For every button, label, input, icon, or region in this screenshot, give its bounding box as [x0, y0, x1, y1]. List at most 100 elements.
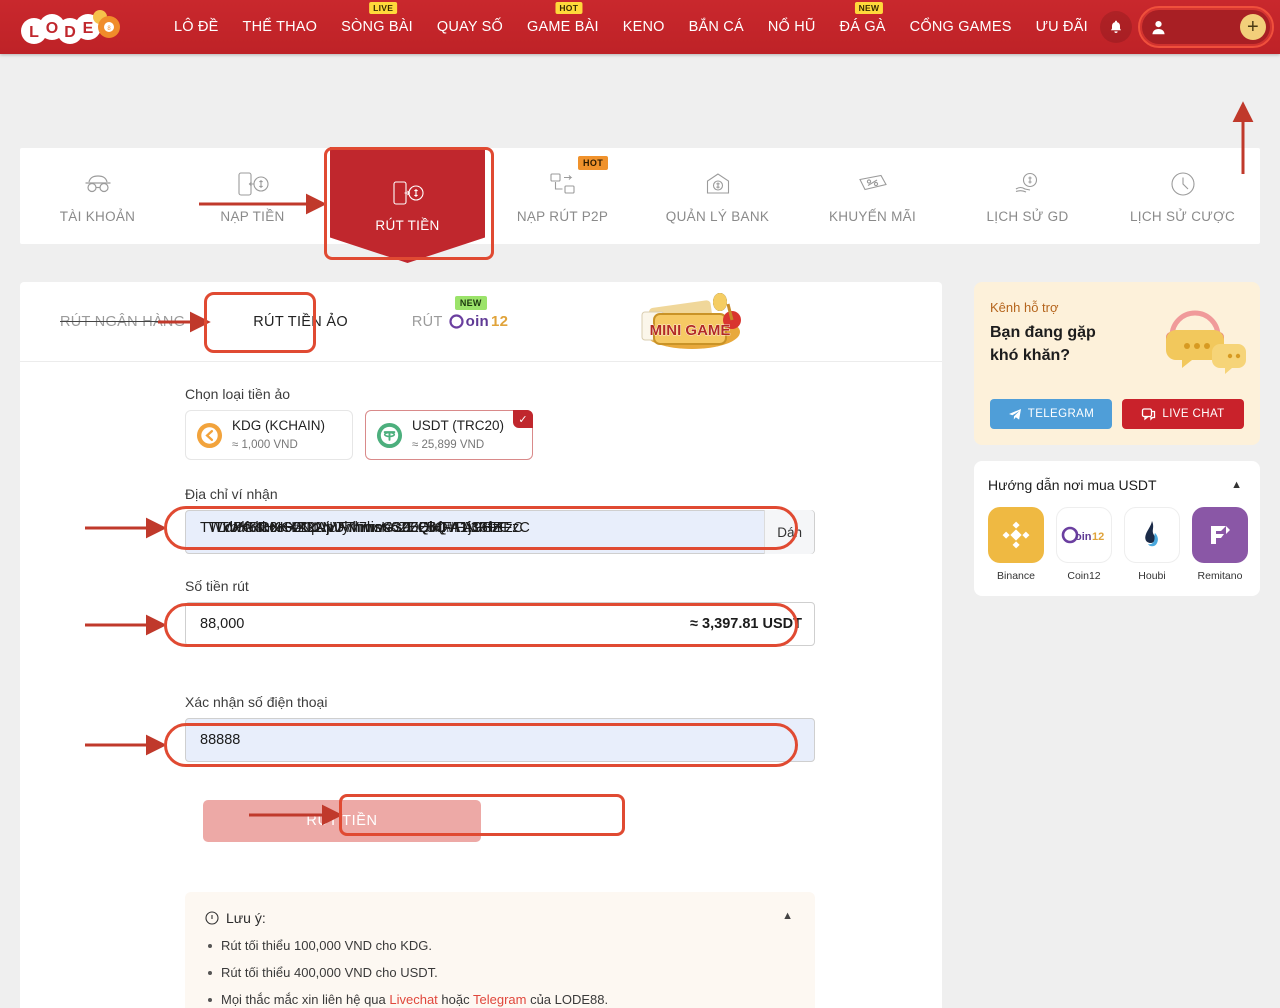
subtab-rut-ngan-hang[interactable]: RÚT NGÂN HÀNG — [42, 314, 203, 330]
account-tabbar: TÀI KHOẢN NẠP TIỀN — [20, 148, 1260, 244]
addr-layer-3: TW#dR6sH#G2NVyV7hm#s0025Q#FA13FFzC — [220, 520, 523, 536]
nav-item-7[interactable]: NỔ HŨ — [756, 0, 828, 54]
guide-collapse-caret-icon[interactable]: ▲ — [1231, 479, 1242, 491]
nav-item-10[interactable]: ƯU ĐÃI — [1024, 0, 1100, 54]
site-header: L O D E 8 LÔ ĐỀ THỂ THAO LIVE SÒNG BÀI Q… — [0, 0, 1280, 54]
tab-nap-tien[interactable]: NẠP TIỀN — [175, 148, 330, 244]
svg-text:D: D — [64, 24, 76, 41]
nav-label-0: LÔ ĐỀ — [174, 19, 219, 35]
support-card: Kênh hỗ trợ Bạn đang gặp khó khăn? TELEG — [974, 282, 1260, 445]
note-item-0: Rút tối thiểu 100,000 VND cho KDG. — [205, 938, 795, 954]
p2p-icon — [548, 169, 578, 199]
nav-label-9: CỔNG GAMES — [910, 19, 1012, 35]
tab-label-khuyen-mai: KHUYẾN MÃI — [829, 209, 916, 224]
add-funds-button[interactable]: + — [1240, 14, 1266, 40]
tab-label-quan-ly-bank: QUẢN LÝ BANK — [666, 209, 769, 224]
voucher-icon — [857, 169, 889, 199]
support-telegram-button[interactable]: TELEGRAM — [990, 399, 1112, 429]
coin-usdt-text: USDT (TRC20) ≈ 25,899 VND — [412, 417, 504, 453]
livechat-link[interactable]: Livechat — [389, 992, 437, 1007]
withdraw-method-tabs: RÚT NGÂN HÀNG RÚT TIỀN ẢO NEW RÚT oin12 — [20, 282, 942, 362]
coin-kdg-rate: ≈ 1,000 VND — [232, 439, 298, 451]
nav-label-5: KENO — [623, 19, 665, 35]
subtab-coin12-prefix: RÚT — [412, 314, 443, 330]
amount-label: Số tiền rút — [185, 578, 942, 594]
coin12-text-12: 12 — [491, 313, 508, 330]
remitano-icon — [1192, 507, 1248, 563]
nav-item-9[interactable]: CỔNG GAMES — [898, 0, 1024, 54]
nav-badge-live: LIVE — [369, 2, 397, 14]
exchange-remitano[interactable]: Remitano — [1192, 507, 1248, 582]
note-item-2-mid: hoặc — [438, 992, 473, 1007]
user-balance-button[interactable]: + — [1142, 10, 1270, 44]
usdt-guide-card: Hướng dẫn nơi mua USDT ▲ — [974, 461, 1260, 596]
tab-lich-su-cuoc[interactable]: LỊCH SỬ CƯỢC — [1105, 148, 1260, 244]
withdraw-submit-button[interactable]: RÚT TIỀN — [203, 800, 481, 842]
address-label: Địa chỉ ví nhận — [185, 486, 942, 502]
support-livechat-label: LIVE CHAT — [1162, 408, 1224, 420]
tab-khuyen-mai[interactable]: KHUYẾN MÃI — [795, 148, 950, 244]
exchange-coin12[interactable]: oin 12 Coin12 — [1056, 507, 1112, 582]
wallet-address-input[interactable]: TWxbH6sHxG2NpvV7hmwsG3Z5QhfFA1i3FfzC TLd… — [185, 510, 815, 554]
phone-withdraw-icon — [391, 178, 425, 208]
nav-item-2[interactable]: LIVE SÒNG BÀI — [329, 0, 425, 54]
coin-select-label: Chọn loại tiền ảo — [185, 386, 942, 402]
tab-label-lich-su-cuoc: LỊCH SỬ CƯỢC — [1130, 209, 1235, 224]
nav-item-6[interactable]: BẮN CÁ — [677, 0, 756, 54]
minigame-banner[interactable]: MINI GAME — [632, 286, 752, 359]
phone-input[interactable]: 88888 — [185, 718, 815, 762]
info-icon — [205, 911, 219, 925]
telegram-icon — [1008, 408, 1022, 421]
tab-nap-rut-p2p[interactable]: HOT NẠP RÚT P2P — [485, 148, 640, 244]
nav-badge-hot: HOT — [555, 2, 582, 14]
exchange-remitano-label: Remitano — [1198, 570, 1243, 582]
site-logo[interactable]: L O D E 8 — [10, 5, 120, 49]
nav-item-1[interactable]: THỂ THAO — [231, 0, 330, 54]
tab-tai-khoan[interactable]: TÀI KHOẢN — [20, 148, 175, 244]
right-sidebar: Kênh hỗ trợ Bạn đang gặp khó khăn? TELEG — [974, 282, 1260, 596]
coin12-logo-icon — [449, 314, 464, 329]
note-collapse-caret-icon[interactable]: ▲ — [782, 910, 793, 922]
notification-bell-button[interactable] — [1100, 11, 1132, 43]
support-livechat-button[interactable]: LIVE CHAT — [1122, 399, 1244, 429]
clock-icon — [1169, 169, 1197, 199]
check-icon: ✓ — [513, 410, 533, 428]
subtab-rut-coin12[interactable]: NEW RÚT oin12 — [394, 313, 526, 330]
mask-glasses-icon — [83, 169, 113, 199]
hand-coin-icon — [1013, 169, 1043, 199]
nav-item-4[interactable]: HOT GAME BÀI — [515, 0, 611, 54]
svg-text:L: L — [29, 24, 39, 41]
nav-label-2: SÒNG BÀI — [341, 19, 413, 35]
houbi-icon — [1124, 507, 1180, 563]
nav-label-8: ĐÁ GÀ — [840, 19, 886, 35]
exchange-houbi[interactable]: Houbi — [1124, 507, 1180, 582]
nav-item-5[interactable]: KENO — [611, 0, 677, 54]
svg-text:oin: oin — [1075, 531, 1092, 543]
nav-item-8[interactable]: NEW ĐÁ GÀ — [828, 0, 898, 54]
tab-rut-tien[interactable]: RÚT TIỀN — [330, 147, 485, 263]
tab-lich-su-gd[interactable]: LỊCH SỬ GD — [950, 148, 1105, 244]
coin-option-usdt[interactable]: USDT (TRC20) ≈ 25,899 VND ✓ — [365, 410, 533, 460]
nav-label-7: NỔ HŨ — [768, 19, 816, 35]
nav-label-10: ƯU ĐÃI — [1036, 19, 1088, 35]
paste-button[interactable]: Dán — [764, 510, 814, 554]
tab-label-nap-tien: NẠP TIỀN — [220, 209, 284, 224]
nav-item-3[interactable]: QUAY SỐ — [425, 0, 515, 54]
note-list: Rút tối thiểu 100,000 VND cho KDG. Rút t… — [205, 938, 795, 1008]
tab-quan-ly-bank[interactable]: QUẢN LÝ BANK — [640, 148, 795, 244]
note-item-2: Mọi thắc mắc xin liên hệ qua Livechat ho… — [205, 992, 795, 1008]
coin-option-kdg[interactable]: KDG (KCHAIN) ≈ 1,000 VND — [185, 410, 353, 460]
telegram-link[interactable]: Telegram — [473, 992, 526, 1007]
usdt-coin-icon — [376, 422, 403, 449]
nav-label-4: GAME BÀI — [527, 19, 599, 35]
amount-input[interactable]: 88,000 ≈ 3,397.81 USDT — [185, 602, 815, 646]
nav-item-0[interactable]: LÔ ĐỀ — [162, 0, 231, 54]
subtab-rut-tien-ao[interactable]: RÚT TIỀN ẢO — [235, 314, 366, 330]
coin12-text-oin: oin — [466, 313, 489, 330]
exchange-binance[interactable]: Binance — [988, 507, 1044, 582]
user-balance-value — [1173, 18, 1234, 36]
tab-badge-hot: HOT — [578, 156, 608, 170]
note-box: Lưu ý: ▲ Rút tối thiểu 100,000 VND cho K… — [185, 892, 815, 1008]
coin-usdt-rate: ≈ 25,899 VND — [412, 439, 484, 451]
phone-deposit-icon — [236, 169, 270, 199]
